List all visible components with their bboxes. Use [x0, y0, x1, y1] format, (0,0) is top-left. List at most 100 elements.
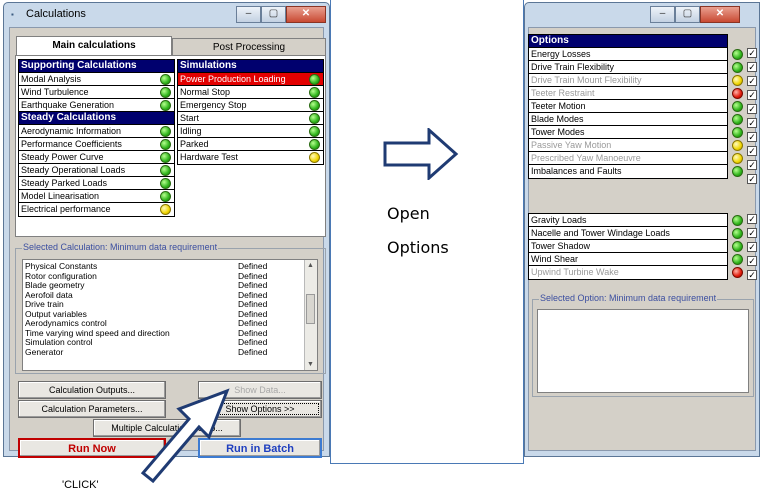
window-controls: – ▢ ✕: [650, 6, 740, 23]
list-item[interactable]: Start: [178, 112, 323, 125]
option-checkbox[interactable]: ✓: [747, 132, 757, 142]
option-checkbox[interactable]: ✓: [747, 118, 757, 128]
status-green-icon: [160, 178, 171, 189]
option-item[interactable]: Tower Modes: [529, 126, 743, 139]
steady-header: Steady Calculations: [19, 112, 174, 125]
list-item[interactable]: Performance Coefficients: [19, 138, 174, 151]
list-item[interactable]: Model Linearisation: [19, 190, 174, 203]
selected-option-group: Selected Option: Minimum data requiremen…: [532, 293, 754, 397]
option-item[interactable]: Wind Shear: [529, 253, 743, 266]
option-item[interactable]: Energy Losses: [529, 48, 743, 61]
scroll-thumb[interactable]: [306, 294, 315, 324]
title-bar[interactable]: – ▢ ✕: [525, 3, 759, 27]
list-item[interactable]: Normal Stop: [178, 86, 323, 99]
requirements-list[interactable]: Physical Constants Defined Rotor configur…: [22, 259, 318, 371]
list-item[interactable]: Idling: [178, 125, 323, 138]
title-bar[interactable]: ▪ Calculations – ▢ ✕: [4, 3, 329, 27]
load-checkbox[interactable]: ✓: [747, 228, 757, 238]
list-item-selected[interactable]: Power Production Loading: [178, 73, 323, 86]
option-item[interactable]: Nacelle and Tower Windage Loads: [529, 227, 743, 240]
option-checkbox[interactable]: ✓: [747, 146, 757, 156]
option-checkbox[interactable]: ✓: [747, 90, 757, 100]
list-item[interactable]: Steady Parked Loads: [19, 177, 174, 190]
status-green-icon: [732, 49, 743, 60]
list-item: Simulation control Defined: [25, 337, 268, 347]
option-checkbox[interactable]: ✓: [747, 62, 757, 72]
option-item[interactable]: Tower Shadow: [529, 240, 743, 253]
click-label: 'CLICK': [62, 479, 99, 491]
divider-line: [330, 0, 331, 464]
status-green-icon: [160, 165, 171, 176]
list-item[interactable]: Hardware Test: [178, 151, 323, 164]
pointer-arrow-icon: [140, 388, 230, 484]
option-item[interactable]: Blade Modes: [529, 113, 743, 126]
option-checkbox[interactable]: ✓: [747, 76, 757, 86]
selected-calculation-group: Selected Calculation: Minimum data requi…: [15, 242, 326, 374]
status-green-icon: [309, 126, 320, 137]
open-options-line2: Options: [387, 238, 449, 257]
app-icon: ▪: [11, 10, 14, 19]
option-item[interactable]: Drive Train Mount Flexibility: [529, 74, 743, 87]
load-checkbox[interactable]: ✓: [747, 214, 757, 224]
status-green-icon: [160, 152, 171, 163]
status-red-icon: [732, 88, 743, 99]
list-item[interactable]: Emergency Stop: [178, 99, 323, 112]
tab-post-processing[interactable]: Post Processing: [172, 38, 326, 56]
status-green-icon: [160, 74, 171, 85]
status-green-icon: [309, 139, 320, 150]
loads-list: Gravity Loads Nacelle and Tower Windage …: [528, 213, 743, 280]
group-label: Selected Option: Minimum data requiremen…: [539, 293, 718, 303]
status-green-icon: [160, 139, 171, 150]
status-yellow-icon: [160, 204, 171, 215]
option-item[interactable]: Teeter Motion: [529, 100, 743, 113]
option-requirements-list[interactable]: [537, 309, 749, 393]
list-item[interactable]: Steady Operational Loads: [19, 164, 174, 177]
status-green-icon: [160, 126, 171, 137]
option-item[interactable]: Teeter Restraint: [529, 87, 743, 100]
scrollbar[interactable]: ▲ ▼: [304, 260, 317, 370]
status-yellow-icon: [732, 75, 743, 86]
status-green-icon: [732, 114, 743, 125]
tab-panel: Supporting Calculations Modal Analysis W…: [15, 55, 326, 237]
list-item[interactable]: Modal Analysis: [19, 73, 174, 86]
minimize-icon[interactable]: –: [650, 6, 675, 23]
option-checkbox[interactable]: ✓: [747, 48, 757, 58]
maximize-icon[interactable]: ▢: [675, 6, 700, 23]
list-item[interactable]: Electrical performance: [19, 203, 174, 216]
option-item[interactable]: Passive Yaw Motion: [529, 139, 743, 152]
option-item[interactable]: Prescribed Yaw Manoeuvre: [529, 152, 743, 165]
option-item[interactable]: Gravity Loads: [529, 214, 743, 227]
option-item[interactable]: Imbalances and Faults: [529, 165, 743, 178]
options-header: Options: [529, 35, 727, 48]
scroll-down-icon[interactable]: ▼: [307, 361, 314, 368]
status-green-icon: [309, 87, 320, 98]
option-checkbox[interactable]: ✓: [747, 104, 757, 114]
close-icon[interactable]: ✕: [286, 6, 326, 23]
status-green-icon: [732, 101, 743, 112]
load-checkbox[interactable]: ✓: [747, 270, 757, 280]
tab-main-calculations[interactable]: Main calculations: [16, 36, 172, 56]
scroll-up-icon[interactable]: ▲: [307, 262, 314, 269]
load-checkbox[interactable]: ✓: [747, 242, 757, 252]
status-green-icon: [732, 241, 743, 252]
option-item[interactable]: Upwind Turbine Wake: [529, 266, 743, 279]
status-yellow-icon: [732, 153, 743, 164]
option-checkbox[interactable]: ✓: [747, 160, 757, 170]
list-item[interactable]: Aerodynamic Information: [19, 125, 174, 138]
list-item[interactable]: Steady Power Curve: [19, 151, 174, 164]
option-checkbox[interactable]: ✓: [747, 174, 757, 184]
load-checkbox[interactable]: ✓: [747, 256, 757, 266]
list-item: Generator Defined: [25, 346, 268, 357]
list-item: Aerofoil data Defined: [25, 289, 268, 300]
list-item[interactable]: Parked: [178, 138, 323, 151]
minimize-icon[interactable]: –: [236, 6, 261, 23]
simulations-list: Simulations Power Production Loading Nor…: [177, 59, 324, 165]
list-item[interactable]: Earthquake Generation: [19, 99, 174, 112]
close-icon[interactable]: ✕: [700, 6, 740, 23]
status-green-icon: [160, 87, 171, 98]
simulations-header: Simulations: [178, 60, 323, 73]
list-item[interactable]: Wind Turbulence: [19, 86, 174, 99]
option-item[interactable]: Drive Train Flexibility: [529, 61, 743, 74]
maximize-icon[interactable]: ▢: [261, 6, 286, 23]
group-label: Selected Calculation: Minimum data requi…: [22, 242, 219, 252]
